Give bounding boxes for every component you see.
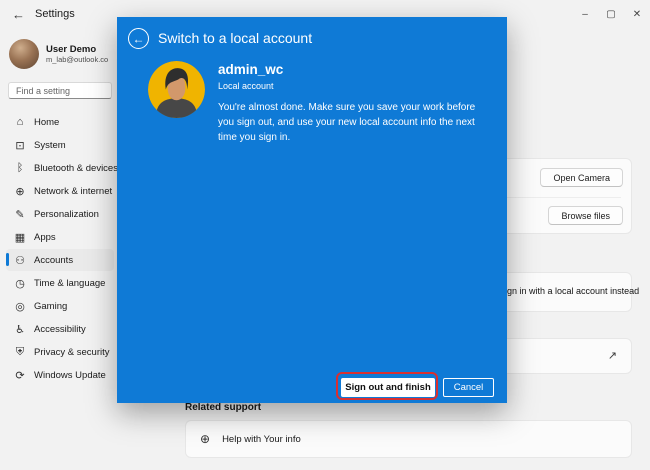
sidebar-item-windows-update[interactable]: ⟳ Windows Update <box>6 364 114 386</box>
account-type: Local account <box>218 81 274 91</box>
sidebar-item-gaming[interactable]: ◎ Gaming <box>6 295 114 317</box>
help-card-label: Help with Your info <box>222 434 301 445</box>
sidebar-item-label: Windows Update <box>34 370 106 381</box>
sidebar-item-label: Gaming <box>34 301 67 312</box>
window-controls: – ▢ ✕ <box>572 0 650 28</box>
sidebar-item-network[interactable]: ⊕ Network & internet <box>6 180 114 202</box>
apps-icon: ▦ <box>14 231 26 244</box>
sidebar-item-label: Personalization <box>34 209 99 220</box>
sidebar-item-label: Accounts <box>34 255 73 266</box>
user-profile[interactable]: User Demo m_lab@outlook.co <box>0 36 120 72</box>
back-arrow-icon: ← <box>133 32 145 46</box>
sidebar-item-home[interactable]: ⌂ Home <box>6 111 114 133</box>
maximize-button[interactable]: ▢ <box>598 0 624 28</box>
close-button[interactable]: ✕ <box>624 0 650 28</box>
sidebar-nav: ⌂ Home ⊡ System ᛒ Bluetooth & devices ⊕ … <box>0 111 120 386</box>
sidebar-item-privacy[interactable]: ⛨ Privacy & security <box>6 341 114 363</box>
sidebar-item-system[interactable]: ⊡ System <box>6 134 114 156</box>
sidebar: User Demo m_lab@outlook.co ⌂ Home ⊡ Syst… <box>0 28 120 470</box>
sidebar-item-label: Privacy & security <box>34 347 110 358</box>
system-icon: ⊡ <box>14 139 26 152</box>
sidebar-item-label: Network & internet <box>34 186 112 197</box>
dialog-back-button[interactable]: ← <box>128 28 149 49</box>
sidebar-item-apps[interactable]: ▦ Apps <box>6 226 114 248</box>
search-input[interactable] <box>8 82 112 99</box>
sidebar-item-label: System <box>34 140 66 151</box>
gaming-icon: ◎ <box>14 300 26 313</box>
user-avatar <box>9 39 39 69</box>
person-illustration-icon <box>148 61 205 118</box>
open-camera-button[interactable]: Open Camera <box>540 168 623 187</box>
related-support-title: Related support <box>185 402 261 413</box>
switch-local-account-dialog: ← Switch to a local account admin_wc Loc… <box>117 17 507 403</box>
windows-update-icon: ⟳ <box>14 369 26 382</box>
cancel-button[interactable]: Cancel <box>443 378 494 397</box>
accessibility-icon: ♿ <box>14 323 26 336</box>
minimize-button[interactable]: – <box>572 0 598 28</box>
sidebar-item-accessibility[interactable]: ♿ Accessibility <box>6 318 114 340</box>
sidebar-item-bluetooth[interactable]: ᛒ Bluetooth & devices <box>6 157 114 179</box>
home-icon: ⌂ <box>14 116 26 128</box>
sidebar-item-label: Home <box>34 117 59 128</box>
sign-out-finish-button[interactable]: Sign out and finish <box>341 378 435 397</box>
dialog-title: Switch to a local account <box>158 30 312 46</box>
privacy-security-icon: ⛨ <box>14 346 26 359</box>
help-card[interactable]: ⊕ Help with Your info <box>185 420 632 458</box>
window-title: Settings <box>35 8 75 20</box>
local-account-link[interactable]: Sign in with a local account instead <box>499 286 639 296</box>
user-name: User Demo <box>46 44 108 55</box>
user-email: m_lab@outlook.co <box>46 55 108 64</box>
bluetooth-icon: ᛒ <box>14 162 26 174</box>
sidebar-item-label: Apps <box>34 232 56 243</box>
dialog-message: You're almost done. Make sure you save y… <box>218 100 486 145</box>
sidebar-item-personalization[interactable]: ✎ Personalization <box>6 203 114 225</box>
time-language-icon: ◷ <box>14 277 26 290</box>
sidebar-item-label: Bluetooth & devices <box>34 163 118 174</box>
browse-files-button[interactable]: Browse files <box>548 206 623 225</box>
sidebar-item-time-language[interactable]: ◷ Time & language <box>6 272 114 294</box>
accounts-icon: ⚇ <box>14 254 26 267</box>
sidebar-item-accounts[interactable]: ⚇ Accounts <box>6 249 114 271</box>
network-icon: ⊕ <box>14 185 26 198</box>
account-name: admin_wc <box>218 62 283 77</box>
globe-icon: ⊕ <box>200 432 210 446</box>
settings-window: ← Settings – ▢ ✕ User Demo m_lab@outlook… <box>0 0 650 470</box>
back-icon[interactable]: ← <box>12 7 25 22</box>
sidebar-item-label: Time & language <box>34 278 105 289</box>
personalization-icon: ✎ <box>14 208 26 221</box>
account-avatar <box>148 61 205 118</box>
sidebar-item-label: Accessibility <box>34 324 86 335</box>
external-link-icon: ↗ <box>608 349 617 362</box>
